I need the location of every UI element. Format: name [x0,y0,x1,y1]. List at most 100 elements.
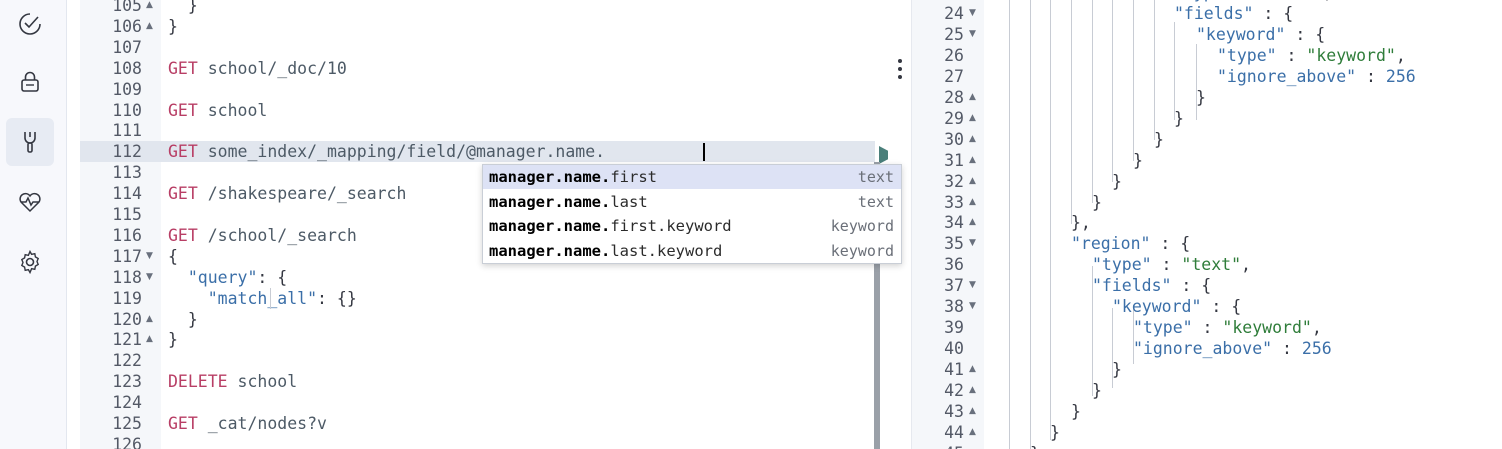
json-punct: } [1154,129,1164,149]
response-line: 36 "type" : "text", [912,254,1502,275]
autocomplete-item[interactable]: manager.name.last text [483,190,901,214]
code-line[interactable]: 105 ▲ } [80,0,870,16]
json-key: "keyword" [1196,24,1286,44]
autocomplete-item[interactable]: manager.name.last.keyword keyword [483,239,901,263]
suggestion-match: manager.name. [489,241,611,260]
response-line: 42 ▲} [912,380,1502,401]
json-key: "type" [1133,318,1193,338]
fold-toggle-icon[interactable]: ▼ [969,296,976,317]
json-punct: : [1192,318,1223,338]
code-line[interactable]: 110 GET school [80,100,870,121]
code-text: "region" : { [1071,233,1190,254]
code-text: } [1154,129,1164,150]
code-line[interactable]: 111 [80,120,870,141]
line-number: 121 [112,330,142,350]
fold-toggle-icon[interactable]: ▲ [969,212,976,233]
http-method: GET [168,58,198,78]
fold-toggle-icon[interactable]: ▲ [969,401,976,422]
fold-toggle-icon[interactable]: ▼ [146,267,153,288]
fold-toggle-icon[interactable]: ▲ [969,150,976,171]
fold-toggle-icon[interactable]: ▲ [969,380,976,401]
line-number: 31 [944,150,964,170]
fold-toggle-icon[interactable]: ▼ [146,246,153,267]
code-text: GET /shakespeare/_search [168,183,406,204]
response-line: 28 ▲} [912,87,1502,108]
json-string: "text" [1181,255,1242,275]
code-line[interactable]: 112 GET some_index/_mapping/field/@manage… [80,141,870,162]
line-number: 109 [112,79,142,99]
fold-toggle-icon[interactable]: ▲ [146,0,153,16]
code-line[interactable]: 123 DELETE school [80,371,870,392]
line-number: 114 [112,184,142,204]
code-text: } [1050,422,1060,443]
code-line[interactable]: 107 [80,37,870,58]
autocomplete-item[interactable]: manager.name.first.keyword keyword [483,214,901,238]
json-key: "region" [1071,234,1151,254]
code-line[interactable]: 121 ▲} [80,329,870,350]
fold-toggle-icon[interactable]: ▲ [146,16,153,37]
fold-toggle-icon[interactable]: ▲ [969,422,976,443]
json-punct: } [168,330,178,350]
line-number: 122 [112,351,142,371]
response-line: 33 ▲} [912,192,1502,213]
http-method: GET [168,100,198,120]
http-method: DELETE [168,372,228,392]
response-line: 31 ▲} [912,150,1502,171]
suggestion-match: manager.name. [489,168,611,186]
sidebar-item-dev-tools[interactable] [6,118,54,166]
sidebar-item-checklist[interactable] [6,0,54,48]
json-punct: : [1276,45,1307,65]
code-line[interactable]: 120 ▲ } [80,309,870,330]
code-text: } [168,329,178,350]
autocomplete-item[interactable]: manager.name.first text [483,165,901,189]
code-line[interactable]: 125 GET _cat/nodes?v [80,413,870,434]
fold-toggle-icon[interactable]: ▲ [969,108,976,129]
json-key: "match_all" [207,288,318,308]
code-line[interactable]: 109 [80,79,870,100]
fold-toggle-icon[interactable]: ▲ [969,192,976,213]
code-text: } [1030,443,1040,449]
json-punct: : { [1201,297,1242,317]
response-line: 26 "type" : "keyword", [912,45,1502,66]
code-line[interactable]: 119 "match_all": {} [80,288,870,309]
json-string: "keyword" [1306,45,1396,65]
json-punct: } [1071,402,1081,421]
fold-toggle-icon[interactable]: ▲ [146,329,153,350]
fold-toggle-icon[interactable]: ▲ [146,309,153,330]
code-text: "match_all": {} [168,288,357,309]
fold-toggle-icon[interactable]: ▲ [969,171,976,192]
sidebar-item-settings[interactable] [6,238,54,286]
fold-toggle-icon[interactable]: ▲ [969,129,976,150]
json-punct: , [1395,45,1406,65]
sidebar-item-monitoring[interactable] [6,178,54,226]
sidebar-item-security[interactable] [6,58,54,106]
response-line: 35 ▼ "region" : { [912,233,1502,254]
line-number: 39 [944,318,964,338]
json-punct: } [168,0,198,15]
fold-toggle-icon[interactable]: ▼ [969,3,976,24]
code-line[interactable]: 126 [80,434,870,449]
line-number: 123 [112,372,142,392]
fold-toggle-icon[interactable]: ▼ [969,275,976,296]
code-line[interactable]: 122 [80,350,870,371]
suggestion-rest: first.keyword [610,217,732,235]
code-line[interactable]: 124 [80,392,870,413]
json-punct: } [1092,192,1102,212]
fold-toggle-icon[interactable]: ▼ [969,24,976,45]
line-number: 117 [112,246,142,266]
code-line[interactable]: 108 GET school/_doc/10 [80,58,870,79]
response-line: 40 "ignore_above" : 256 [912,338,1502,359]
json-punct: } [1050,422,1060,442]
fold-toggle-icon[interactable]: ▲ [969,359,976,380]
code-line[interactable]: 118 ▼ "query": { [80,267,870,288]
response-line: 32 ▲} [912,171,1502,192]
lock-icon [21,71,39,92]
json-number: 256 [1385,66,1416,86]
more-vertical-icon[interactable] [893,57,907,85]
json-key: "fields" [1174,3,1254,23]
fold-toggle-icon[interactable]: ▼ [969,233,976,254]
json-key: "keyword" [1112,297,1202,317]
code-line[interactable]: 106 ▲} [80,16,870,37]
fold-toggle-icon[interactable]: ▲ [969,87,976,108]
